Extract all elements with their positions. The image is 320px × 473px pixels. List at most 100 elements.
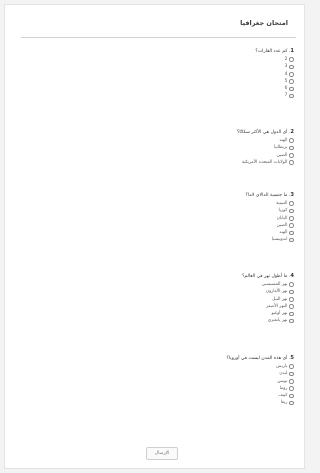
question-5-number: 5 [290, 355, 294, 361]
question-5-option[interactable]: باريس [21, 363, 294, 370]
option-label: تونس [277, 378, 288, 384]
radio-button[interactable] [289, 289, 294, 295]
question-5-label: . أي هذه المدن ليست في أوروبا؟ [226, 356, 291, 361]
question-1-option[interactable]: 3 [21, 63, 294, 70]
option-label: نهر أوغبو [271, 311, 288, 317]
question-1-option[interactable]: 6 [21, 85, 294, 92]
option-label: النهر الأصفر [266, 303, 288, 309]
question-3-option[interactable]: اليابان [21, 215, 294, 222]
question-4: 4. ما أطول نهر في العالم؟ نهر المسيسبي ن… [21, 273, 294, 325]
option-label: ريغا [280, 400, 288, 406]
radio-button[interactable] [289, 378, 294, 384]
question-1-option[interactable]: 4 [21, 71, 294, 78]
option-label: نهر النيل [272, 296, 288, 302]
radio-button[interactable] [289, 364, 294, 369]
radio-button[interactable] [289, 318, 294, 324]
option-label: لندن [279, 371, 288, 377]
radio-button[interactable] [289, 145, 294, 151]
radio-button[interactable] [289, 71, 294, 77]
bottom-divider [4, 468, 306, 469]
submit-button[interactable]: الإرسال [146, 447, 178, 460]
option-label: كييف [278, 393, 288, 399]
radio-button[interactable] [289, 152, 294, 158]
radio-button[interactable] [289, 79, 294, 84]
question-5-option[interactable]: لندن [21, 370, 294, 377]
question-1-label: . كم عدد القارات؟ [255, 49, 291, 54]
option-label: نهر يانغتزي [267, 318, 288, 324]
question-1-option[interactable]: 2 [21, 56, 294, 63]
radio-button[interactable] [289, 215, 294, 221]
radio-button[interactable] [289, 223, 294, 228]
radio-button[interactable] [289, 237, 294, 243]
question-5-option[interactable]: ريغا [21, 399, 294, 406]
question-2-option[interactable]: بريطانيا [21, 144, 294, 151]
title-divider [21, 37, 296, 38]
question-1: 1. كم عدد القارات؟ 2 3 4 5 6 7 [21, 48, 294, 100]
radio-button[interactable] [289, 296, 294, 302]
option-label: نهر الأمازون [265, 289, 288, 295]
radio-button[interactable] [289, 371, 294, 377]
question-5-option[interactable]: تونس [21, 378, 294, 385]
question-3-option[interactable]: التبيتية [21, 200, 294, 207]
question-4-option[interactable]: نهر النيل [21, 296, 294, 303]
form-title: امتحان جغرافيا [240, 19, 288, 27]
option-label: باريس [276, 364, 288, 369]
option-label: 6 [284, 86, 288, 92]
question-3-number: 3 [290, 192, 294, 198]
option-label: نهر المسيسبي [261, 282, 288, 287]
question-4-option[interactable]: نهر المسيسبي [21, 281, 294, 288]
radio-button[interactable] [289, 400, 294, 406]
question-4-label: . ما أطول نهر في العالم؟ [241, 274, 291, 279]
option-label: 7 [284, 93, 288, 99]
option-label: بريطانيا [274, 145, 288, 151]
radio-button[interactable] [289, 393, 294, 399]
option-label: روما [279, 385, 288, 391]
question-4-option[interactable]: نهر أوغبو [21, 310, 294, 317]
question-2-label: . أي الدول هي الأكثر سكانًا؟ [236, 130, 291, 135]
question-5-option[interactable]: كييف [21, 392, 294, 399]
question-1-option[interactable]: 7 [21, 92, 294, 99]
radio-button[interactable] [289, 304, 294, 309]
radio-button[interactable] [289, 230, 294, 236]
question-3-option[interactable]: اندونيسيا [21, 236, 294, 243]
option-label: الهند [279, 230, 288, 236]
question-4-option[interactable]: نهر الأمازون [21, 288, 294, 295]
question-3-option[interactable]: الصين [21, 222, 294, 229]
radio-button[interactable] [289, 282, 294, 287]
question-2-option[interactable]: الهند [21, 137, 294, 144]
option-label: اليابان [276, 215, 288, 221]
question-1-number: 1 [290, 48, 294, 54]
radio-button[interactable] [289, 86, 294, 92]
radio-button[interactable] [289, 386, 294, 391]
radio-button[interactable] [289, 311, 294, 317]
question-1-option[interactable]: 5 [21, 78, 294, 85]
radio-button[interactable] [289, 57, 294, 62]
radio-button[interactable] [289, 201, 294, 206]
question-4-options: نهر المسيسبي نهر الأمازون نهر النيل النه… [21, 281, 294, 325]
option-label: الصين [276, 152, 288, 158]
question-2: 2. أي الدول هي الأكثر سكانًا؟ الهند بريط… [21, 129, 294, 166]
option-label: الصين [276, 222, 288, 228]
question-5: 5. أي هذه المدن ليست في أوروبا؟ باريس لن… [21, 355, 294, 407]
question-3-option[interactable]: الهند [21, 229, 294, 236]
question-3-options: التبيتية كوريا اليابان الصين الهند اندون… [21, 200, 294, 244]
radio-button[interactable] [289, 160, 294, 165]
option-label: 2 [284, 57, 288, 62]
question-3-option[interactable]: كوريا [21, 207, 294, 214]
radio-button[interactable] [289, 208, 294, 214]
radio-button[interactable] [289, 93, 294, 99]
question-4-option[interactable]: النهر الأصفر [21, 303, 294, 310]
question-5-option[interactable]: روما [21, 385, 294, 392]
question-4-text: 4. ما أطول نهر في العالم؟ [21, 273, 294, 280]
question-5-text: 5. أي هذه المدن ليست في أوروبا؟ [21, 355, 294, 362]
question-4-number: 4 [290, 273, 294, 279]
option-label: الولايات المتحدة الأمريكية [241, 159, 288, 165]
radio-button[interactable] [289, 64, 294, 70]
question-4-option[interactable]: نهر يانغتزي [21, 317, 294, 324]
question-2-option[interactable]: الولايات المتحدة الأمريكية [21, 159, 294, 166]
question-1-text: 1. كم عدد القارات؟ [21, 48, 294, 55]
radio-button[interactable] [289, 138, 294, 143]
question-2-option[interactable]: الصين [21, 152, 294, 159]
form-card: امتحان جغرافيا 1. كم عدد القارات؟ 2 3 4 … [4, 4, 305, 469]
option-label: 5 [284, 78, 288, 84]
